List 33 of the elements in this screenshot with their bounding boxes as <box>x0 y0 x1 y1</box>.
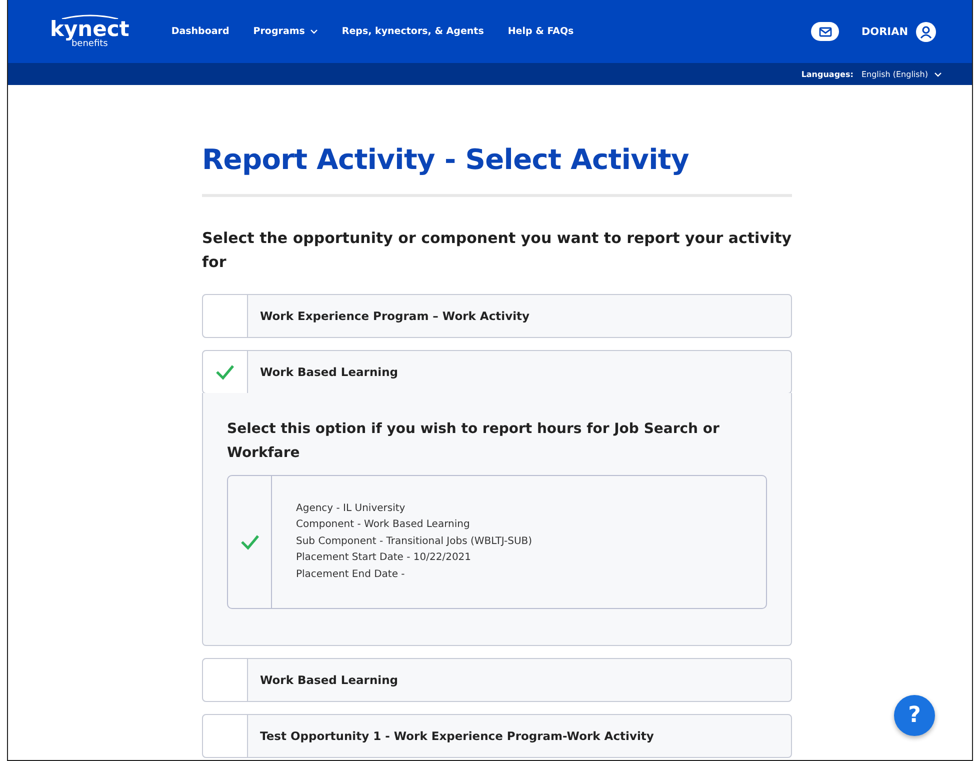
option-row[interactable]: Test Opportunity 1 - Work Experience Program-Work Activity <box>202 714 792 758</box>
detail-line: Agency - IL University <box>296 502 406 516</box>
language-dropdown[interactable]: English (English) <box>861 70 942 78</box>
checkmark-icon <box>240 534 260 550</box>
user-avatar-icon[interactable] <box>916 22 936 42</box>
option-checkbox[interactable] <box>203 351 248 393</box>
component-card[interactable]: Agency - IL University Component - Work Based Learning Sub Component - Transitional Jobs (WBLTJ-SUB) Placement Start Date - 10/22/2021 Placement End Date - <box>227 475 767 609</box>
envelope-icon <box>818 26 832 36</box>
language-label: Languages: <box>801 70 854 78</box>
user-name[interactable]: DORIAN <box>861 26 908 38</box>
question-text: Select the opportunity or component you want to report your activity for <box>202 228 792 273</box>
nav-link[interactable]: Dashboard <box>171 26 230 37</box>
detail-line: Component - Work Based Learning <box>296 518 471 532</box>
chevron-down-icon <box>934 72 942 76</box>
help-button[interactable]: ? <box>894 695 935 736</box>
logo[interactable]: kynect benefits <box>50 14 130 49</box>
nav-link[interactable]: Reps, kynectors, & Agents <box>342 26 484 37</box>
option-checkbox[interactable] <box>203 659 248 701</box>
detail-line: Sub Component - Transitional Jobs (WBLTJ-SUB) <box>296 534 532 549</box>
option-row[interactable]: Work Experience Program – Work Activity <box>202 294 792 338</box>
chevron-down-icon <box>310 29 318 34</box>
nav-link[interactable]: Programs <box>253 26 318 37</box>
option-checkbox[interactable] <box>203 295 248 337</box>
mail-button[interactable] <box>811 22 840 41</box>
option-checkbox[interactable] <box>203 715 248 757</box>
page-title: Report Activity - Select Activity <box>202 143 792 197</box>
prompt-text: Select this option if you wish to report hours for Job Search or Workfare <box>227 420 720 463</box>
detail-line: Placement End Date - <box>296 568 406 582</box>
option-row[interactable]: Work Based Learning <box>202 350 792 394</box>
detail-line: Placement Start Date - 10/22/2021 <box>296 551 472 566</box>
nav-link[interactable]: Help & FAQs <box>508 26 574 37</box>
option-row[interactable]: Work Based Learning <box>202 658 792 702</box>
checkmark-icon <box>215 364 235 380</box>
